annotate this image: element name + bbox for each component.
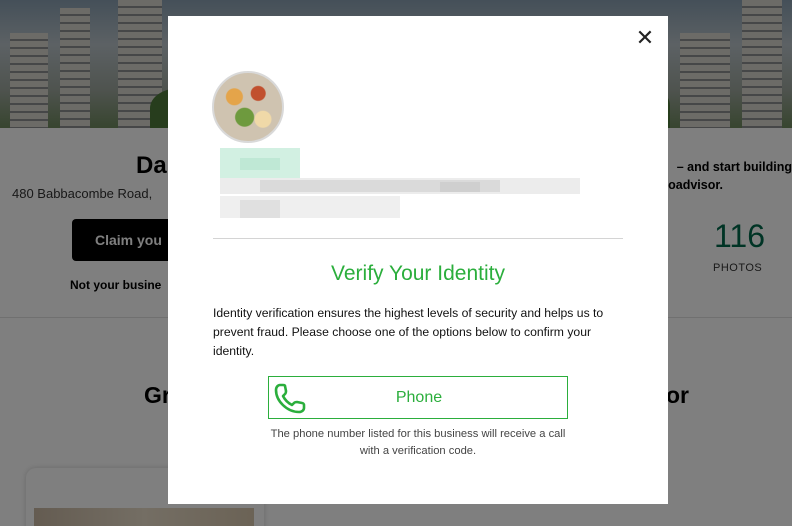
business-avatar	[212, 71, 284, 143]
modal-divider	[213, 238, 623, 239]
phone-option-note: The phone number listed for this busines…	[270, 428, 566, 457]
close-icon[interactable]: ✕	[634, 26, 656, 50]
modal-title: Verify Your Identity	[331, 262, 505, 285]
modal-description: Identity verification ensures the highes…	[213, 306, 604, 358]
phone-verification-button[interactable]: Phone	[268, 376, 568, 419]
phone-option-label: Phone	[395, 389, 443, 406]
verify-identity-modal: ✕ Verify Your Identity Identity verifica…	[168, 16, 668, 504]
